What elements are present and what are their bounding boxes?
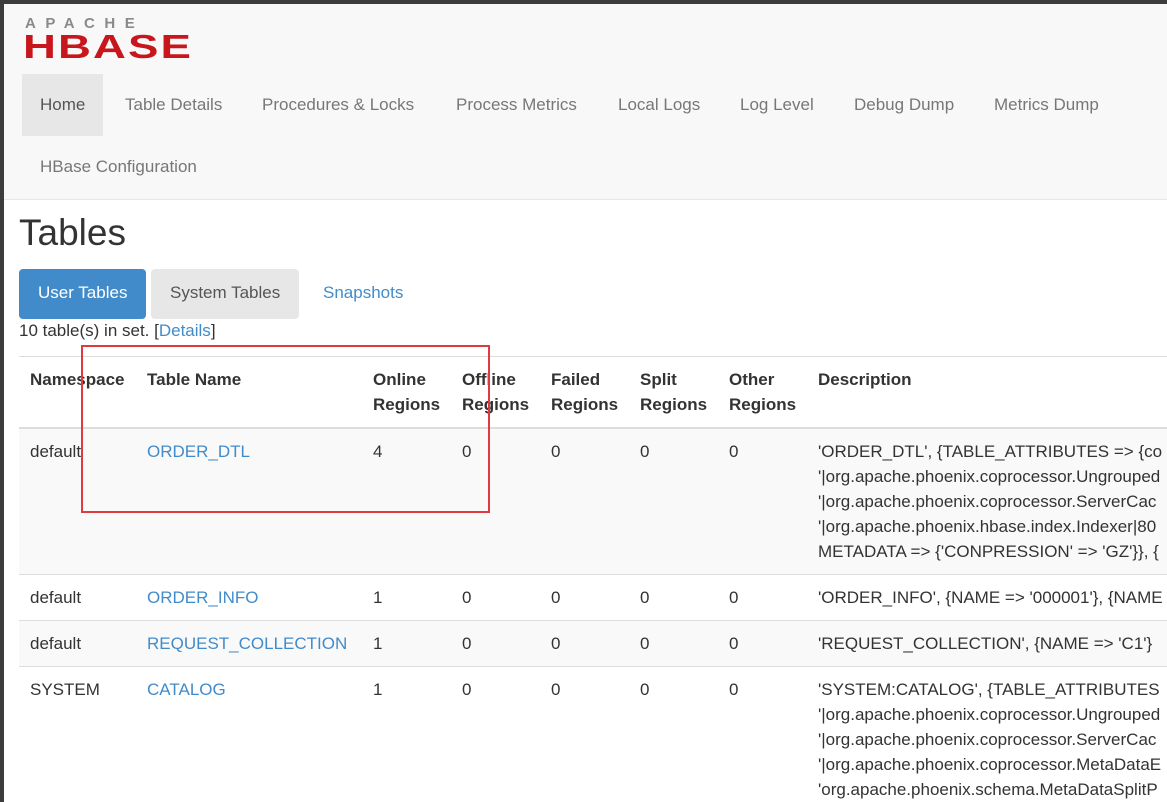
- cell-description: 'SYSTEM:CATALOG', {TABLE_ATTRIBUTES '|or…: [807, 666, 1167, 802]
- cell-other-regions: 0: [718, 620, 807, 667]
- tab-user-tables[interactable]: User Tables: [19, 269, 147, 319]
- description-line: 'ORDER_INFO', {NAME => '000001'}, {NAME: [818, 588, 1163, 607]
- nav-table-details[interactable]: Table Details: [107, 74, 240, 136]
- table-link-order-dtl[interactable]: ORDER_DTL: [147, 442, 250, 461]
- table-row: default ORDER_INFO 1 0 0 0 0 'ORDER_INFO…: [19, 574, 1167, 621]
- description-line: '|org.apache.phoenix.coprocessor.ServerC…: [818, 730, 1157, 749]
- nav-log-level[interactable]: Log Level: [722, 74, 832, 136]
- cell-table-name: ORDER_INFO: [136, 574, 362, 621]
- cell-namespace: default: [19, 620, 136, 667]
- cell-online-regions: 1: [362, 666, 451, 802]
- cell-offline-regions: 0: [451, 574, 540, 621]
- nav-debug-dump[interactable]: Debug Dump: [836, 74, 972, 136]
- user-tables-table-container: Namespace Table Name Online Regions Offli…: [19, 356, 1167, 802]
- description-line: '|org.apache.phoenix.hbase.index.Indexer…: [818, 517, 1157, 536]
- cell-description: 'ORDER_INFO', {NAME => '000001'}, {NAME: [807, 574, 1167, 621]
- cell-table-name: CATALOG: [136, 666, 362, 802]
- description-line: 'SYSTEM:CATALOG', {TABLE_ATTRIBUTES: [818, 680, 1160, 699]
- cell-offline-regions: 0: [451, 666, 540, 802]
- nav-metrics-dump[interactable]: Metrics Dump: [976, 74, 1117, 136]
- cell-online-regions: 1: [362, 574, 451, 621]
- description-line: '|org.apache.phoenix.coprocessor.ServerC…: [818, 492, 1157, 511]
- header-other-regions[interactable]: Other Regions: [718, 356, 807, 429]
- navbar: APACHE HBASE Home Table Details Procedur…: [4, 4, 1167, 200]
- nav-home[interactable]: Home: [22, 74, 104, 136]
- description-line: '|org.apache.phoenix.coprocessor.MetaDat…: [818, 755, 1162, 774]
- header-description[interactable]: Description: [807, 356, 1167, 429]
- header-failed-regions[interactable]: Failed Regions: [540, 356, 629, 429]
- header-offline-regions[interactable]: Offline Regions: [451, 356, 540, 429]
- cell-table-name: REQUEST_COLLECTION: [136, 620, 362, 667]
- cell-offline-regions: 0: [451, 620, 540, 667]
- hbase-logo[interactable]: APACHE HBASE: [23, 13, 195, 61]
- cell-failed-regions: 0: [540, 620, 629, 667]
- table-link-catalog[interactable]: CATALOG: [147, 680, 226, 699]
- table-count-summary: 10 table(s) in set. [Details]: [19, 321, 216, 341]
- cell-online-regions: 4: [362, 427, 451, 575]
- header-namespace[interactable]: Namespace: [19, 356, 136, 429]
- header-split-regions[interactable]: Split Regions: [629, 356, 718, 429]
- cell-namespace: default: [19, 574, 136, 621]
- logo-hbase-text: HBASE: [23, 28, 193, 61]
- table-link-order-info[interactable]: ORDER_INFO: [147, 588, 258, 607]
- cell-namespace: default: [19, 427, 136, 575]
- cell-split-regions: 0: [629, 427, 718, 575]
- nav-process-metrics[interactable]: Process Metrics: [438, 74, 595, 136]
- description-line: '|org.apache.phoenix.coprocessor.Ungroup…: [818, 705, 1161, 724]
- summary-suffix: ]: [210, 321, 216, 340]
- page-title: Tables: [19, 212, 126, 253]
- nav-procedures-locks[interactable]: Procedures & Locks: [244, 74, 432, 136]
- table-row: SYSTEM CATALOG 1 0 0 0 0 'SYSTEM:CATALOG…: [19, 666, 1167, 802]
- cell-offline-regions: 0: [451, 427, 540, 575]
- header-online-regions[interactable]: Online Regions: [362, 356, 451, 429]
- cell-failed-regions: 0: [540, 666, 629, 802]
- cell-other-regions: 0: [718, 666, 807, 802]
- table-row: default ORDER_DTL 4 0 0 0 0 'ORDER_DTL',…: [19, 427, 1167, 575]
- cell-other-regions: 0: [718, 574, 807, 621]
- description-line: 'org.apache.phoenix.schema.MetaDataSplit…: [818, 780, 1158, 799]
- details-link[interactable]: Details: [159, 321, 211, 340]
- description-line: '|org.apache.phoenix.coprocessor.Ungroup…: [818, 467, 1161, 486]
- cell-failed-regions: 0: [540, 574, 629, 621]
- cell-failed-regions: 0: [540, 427, 629, 575]
- nav-hbase-configuration[interactable]: HBase Configuration: [22, 136, 215, 198]
- description-line: 'ORDER_DTL', {TABLE_ATTRIBUTES => {co: [818, 442, 1163, 461]
- cell-description: 'ORDER_DTL', {TABLE_ATTRIBUTES => {co '|…: [807, 427, 1167, 575]
- summary-prefix: 10 table(s) in set. [: [19, 321, 159, 340]
- description-line: METADATA => {'CONPRESSION' => 'GZ'}}, {: [818, 542, 1159, 561]
- cell-other-regions: 0: [718, 427, 807, 575]
- tab-system-tables[interactable]: System Tables: [151, 269, 300, 319]
- cell-description: 'REQUEST_COLLECTION', {NAME => 'C1'}: [807, 620, 1167, 667]
- cell-split-regions: 0: [629, 574, 718, 621]
- table-link-request-collection[interactable]: REQUEST_COLLECTION: [147, 634, 347, 653]
- nav-local-logs[interactable]: Local Logs: [600, 74, 718, 136]
- cell-namespace: SYSTEM: [19, 666, 136, 802]
- tab-snapshots[interactable]: Snapshots: [304, 269, 422, 319]
- cell-table-name: ORDER_DTL: [136, 427, 362, 575]
- cell-online-regions: 1: [362, 620, 451, 667]
- cell-split-regions: 0: [629, 666, 718, 802]
- header-table-name[interactable]: Table Name: [136, 356, 362, 429]
- user-tables-table: Namespace Table Name Online Regions Offli…: [19, 356, 1167, 802]
- cell-split-regions: 0: [629, 620, 718, 667]
- description-line: 'REQUEST_COLLECTION', {NAME => 'C1'}: [818, 634, 1153, 653]
- table-row: default REQUEST_COLLECTION 1 0 0 0 0 'RE…: [19, 620, 1167, 667]
- table-header-row: Namespace Table Name Online Regions Offli…: [19, 356, 1167, 429]
